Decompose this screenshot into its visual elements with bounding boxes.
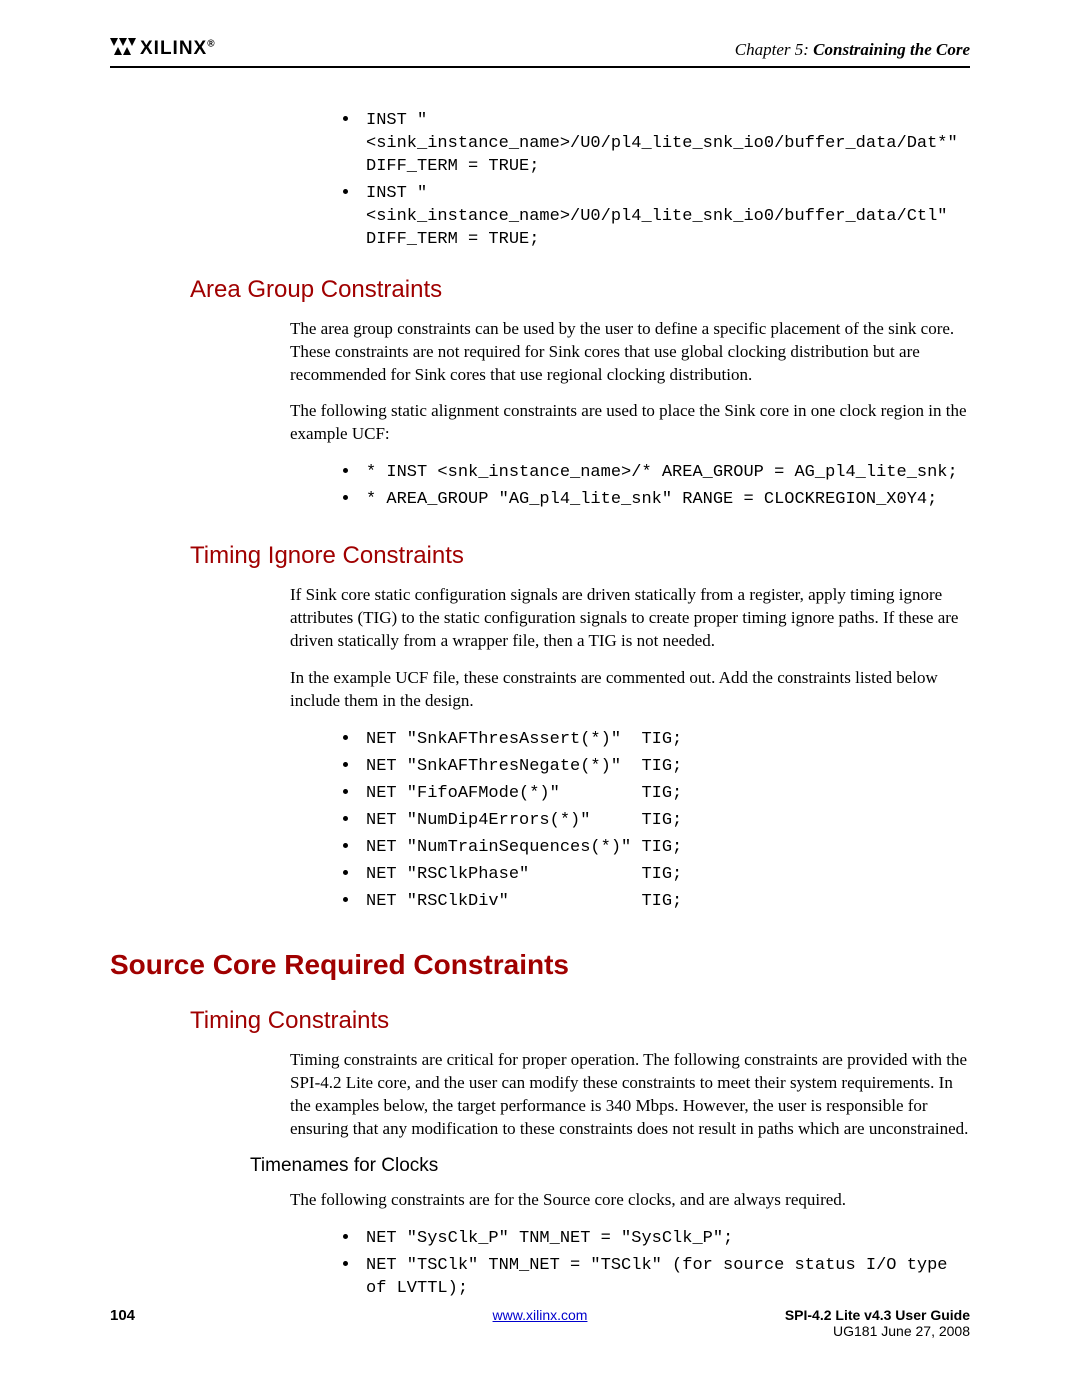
xilinx-logo-text: XILINX® bbox=[140, 38, 216, 60]
list-item: NET "FifoAFMode(*)" TIG; bbox=[360, 781, 970, 806]
area-group-heading: Area Group Constraints bbox=[190, 276, 970, 304]
footer-right: SPI-4.2 Lite v4.3 User Guide UG181 June … bbox=[785, 1307, 970, 1339]
footer-doc-id: UG181 June 27, 2008 bbox=[785, 1323, 970, 1339]
list-item: INST "<sink_instance_name>/U0/pl4_lite_s… bbox=[360, 181, 970, 252]
list-item: NET "SnkAFThresNegate(*)" TIG; bbox=[360, 754, 970, 779]
list-item: NET "SysClk_P" TNM_NET = "SysClk_P"; bbox=[360, 1226, 970, 1251]
page-header: XILINX® Chapter 5: Constraining the Core bbox=[110, 38, 970, 68]
timing-ignore-heading: Timing Ignore Constraints bbox=[190, 542, 970, 570]
list-item: NET "SnkAFThresAssert(*)" TIG; bbox=[360, 727, 970, 752]
list-item: NET "NumDip4Errors(*)" TIG; bbox=[360, 808, 970, 833]
body-paragraph: The area group constraints can be used b… bbox=[290, 318, 970, 387]
timenames-code-list: NET "SysClk_P" TNM_NET = "SysClk_P"; NET… bbox=[360, 1226, 970, 1301]
xilinx-logo: XILINX® bbox=[110, 38, 216, 60]
list-item: NET "TSClk" TNM_NET = "TSClk" (for sourc… bbox=[360, 1253, 970, 1301]
page-number: 104 bbox=[110, 1307, 135, 1324]
body-paragraph: The following constraints are for the So… bbox=[290, 1189, 970, 1212]
body-paragraph: Timing constraints are critical for prop… bbox=[290, 1049, 970, 1141]
body-paragraph: If Sink core static configuration signal… bbox=[290, 584, 970, 653]
list-item: NET "NumTrainSequences(*)" TIG; bbox=[360, 835, 970, 860]
list-item: NET "RSClkDiv" TIG; bbox=[360, 889, 970, 914]
list-item: * INST <snk_instance_name>/* AREA_GROUP … bbox=[360, 460, 970, 485]
list-item: * AREA_GROUP "AG_pl4_lite_snk" RANGE = C… bbox=[360, 487, 970, 512]
list-item: INST "<sink_instance_name>/U0/pl4_lite_s… bbox=[360, 108, 970, 179]
area-group-code-list: * INST <snk_instance_name>/* AREA_GROUP … bbox=[360, 460, 970, 512]
list-item: NET "RSClkPhase" TIG; bbox=[360, 862, 970, 887]
timing-constraints-heading: Timing Constraints bbox=[190, 1007, 970, 1035]
body-paragraph: In the example UCF file, these constrain… bbox=[290, 667, 970, 713]
timing-ignore-code-list: NET "SnkAFThresAssert(*)" TIG; NET "SnkA… bbox=[360, 727, 970, 914]
footer-guide-title: SPI-4.2 Lite v4.3 User Guide bbox=[785, 1307, 970, 1323]
chapter-prefix: Chapter 5: bbox=[735, 40, 813, 59]
footer-link[interactable]: www.xilinx.com bbox=[493, 1307, 588, 1323]
xilinx-logo-icon bbox=[110, 38, 136, 60]
page-footer: 104 www.xilinx.com SPI-4.2 Lite v4.3 Use… bbox=[110, 1307, 970, 1339]
page-content: INST "<sink_instance_name>/U0/pl4_lite_s… bbox=[110, 108, 970, 1301]
body-paragraph: The following static alignment constrain… bbox=[290, 400, 970, 446]
source-core-heading: Source Core Required Constraints bbox=[110, 949, 970, 981]
intro-code-list: INST "<sink_instance_name>/U0/pl4_lite_s… bbox=[360, 108, 970, 252]
chapter-title: Constraining the Core bbox=[813, 40, 970, 59]
document-page: XILINX® Chapter 5: Constraining the Core… bbox=[0, 0, 1080, 1397]
chapter-heading: Chapter 5: Constraining the Core bbox=[735, 40, 970, 60]
timenames-heading: Timenames for Clocks bbox=[250, 1155, 970, 1177]
